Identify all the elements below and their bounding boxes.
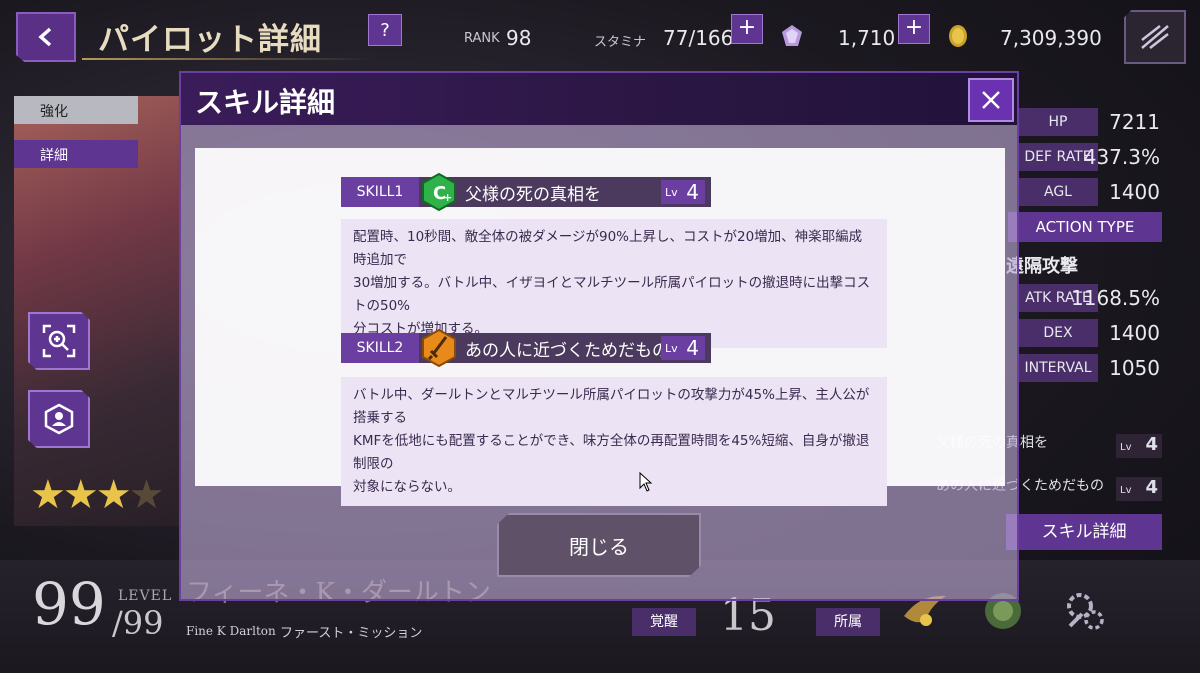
skill-level: Lv 4 <box>661 180 705 204</box>
action-type-header: ACTION TYPE <box>1008 212 1162 242</box>
lv-label: Lv <box>1120 442 1132 453</box>
lv-label: Lv <box>665 342 678 355</box>
stat-value: 1400 <box>1109 180 1160 204</box>
skill-list-level: Lv 4 <box>1116 477 1162 501</box>
c-plus-hexagon-icon: C + <box>422 173 456 211</box>
stat-def-rate: DEF RATE 437.3% <box>1018 143 1190 173</box>
back-button[interactable] <box>16 12 76 62</box>
sword-hexagon-icon <box>422 329 456 367</box>
description-line: 対象にならない。 <box>353 479 461 495</box>
help-button[interactable]: ? <box>368 14 402 46</box>
description-line: 配置時、10秒間、敵全体の被ダメージが90%上昇し、コストが20増加、神楽耶編成… <box>353 229 863 268</box>
stat-value: 1168.5% <box>1071 286 1160 310</box>
stat-agl: AGL 1400 <box>1018 178 1190 208</box>
tab-strengthen[interactable]: 強化 <box>14 96 138 124</box>
stat-hp: HP 7211 <box>1018 108 1190 138</box>
chevron-left-icon <box>38 27 52 47</box>
screen: パイロット詳細 ? RANK 98 スタミナ 77/166 + 1,710 + … <box>0 0 1200 673</box>
modal-header: スキル詳細 <box>181 73 1017 125</box>
profile-icon <box>44 403 74 435</box>
pilot-level: 99 <box>32 570 106 638</box>
level-label: LEVEL <box>118 588 173 604</box>
stat-interval: INTERVAL 1050 <box>1018 354 1190 384</box>
menu-lines-icon <box>1141 25 1169 49</box>
screen-title: パイロット詳細 <box>98 22 322 58</box>
skill-list-panel: SKILL1 C + 父様の死の真相を Lv 4 配置時、10秒間、敵全体の被ダ… <box>195 148 1005 506</box>
skill-list-level: Lv 4 <box>1116 434 1162 458</box>
pilot-name-en: Fine K Darlton <box>186 624 276 638</box>
skill-2-header: SKILL2 あの人に近づくためだもの Lv 4 <box>341 329 711 367</box>
magnify-plus-icon <box>42 324 76 358</box>
profile-button[interactable] <box>28 390 90 448</box>
coin-icon <box>949 25 967 47</box>
lv-value: 4 <box>686 336 699 360</box>
skill-2-description: バトル中、ダールトンとマルチツール所属パイロットの攻撃力が45%上昇、主人公が搭… <box>341 377 887 506</box>
lv-value: 4 <box>1145 477 1158 498</box>
close-button[interactable] <box>968 78 1014 122</box>
stat-dex: DEX 1400 <box>1018 319 1190 349</box>
lv-label: Lv <box>1120 485 1132 496</box>
stat-value: 1400 <box>1109 321 1160 345</box>
zoom-portrait-button[interactable] <box>28 312 90 370</box>
description-line: 30増加する。バトル中、イザヨイとマルチツール所属パイロットの撤退時に出撃コスト… <box>353 275 871 314</box>
stat-atk-rate: ATK RATE 1168.5% <box>1018 284 1190 314</box>
description-line: バトル中、ダールトンとマルチツール所属パイロットの攻撃力が45%上昇、主人公が搭… <box>353 387 870 426</box>
skill-detail-modal: スキル詳細 SKILL1 C + 父様の死の真相を Lv 4 配置時、10秒間、… <box>179 71 1019 601</box>
star-icon: ★ <box>95 472 132 518</box>
lv-value: 4 <box>686 180 699 204</box>
skill-tag: SKILL2 <box>341 333 419 363</box>
modal-title: スキル詳細 <box>195 86 336 119</box>
close-x-icon <box>982 91 1000 109</box>
affiliation-label: 所属 <box>816 608 880 636</box>
stat-label: HP <box>1018 108 1098 136</box>
level-max: /99 <box>112 604 164 642</box>
skill-detail-button[interactable]: スキル詳細 <box>1006 514 1162 550</box>
gem-icon <box>782 25 802 46</box>
description-line: KMFを低地にも配置することができ、味方全体の再配置時間を45%短縮、自身が撤退… <box>353 433 870 472</box>
lv-value: 4 <box>1145 434 1158 455</box>
skill-tag: SKILL1 <box>341 177 419 207</box>
menu-button[interactable] <box>1124 10 1186 64</box>
skill-1-header: SKILL1 C + 父様の死の真相を Lv 4 <box>341 173 711 211</box>
awaken-label: 覚醒 <box>632 608 696 636</box>
title-underline <box>82 58 372 60</box>
gear-settings-icon[interactable] <box>1060 586 1110 636</box>
add-stamina-button[interactable]: + <box>731 14 763 44</box>
lv-label: Lv <box>665 186 678 199</box>
stat-value: 1050 <box>1109 356 1160 380</box>
top-bar: パイロット詳細 ? RANK 98 スタミナ 77/166 + 1,710 + … <box>0 0 1200 72</box>
stat-value: 7211 <box>1109 110 1160 134</box>
star-empty-icon: ★ <box>128 472 165 518</box>
star-icon: ★ <box>30 472 66 518</box>
rank-label: RANK <box>464 31 500 46</box>
stat-label: AGL <box>1018 178 1098 206</box>
svg-text:+: + <box>443 191 452 204</box>
skill-name: あの人に近づくためだもの <box>465 341 669 361</box>
add-gem-button[interactable]: + <box>898 14 930 44</box>
coin-count: 7,309,390 <box>1000 26 1102 50</box>
gem-count: 1,710 <box>838 26 896 50</box>
stat-label: INTERVAL <box>1018 354 1098 382</box>
skill-name: 父様の死の真相を <box>465 185 601 205</box>
stamina-value: 77/166 <box>663 26 734 50</box>
stamina-label: スタミナ <box>594 35 647 50</box>
rarity-stars: ★★★★ <box>30 472 165 518</box>
stat-label: DEX <box>1018 319 1098 347</box>
tab-details[interactable]: 詳細 <box>14 140 138 168</box>
rank-value: 98 <box>506 26 532 50</box>
star-icon: ★ <box>62 472 99 518</box>
pilot-mission: ファースト・ミッション <box>280 626 423 641</box>
stat-value: 437.3% <box>1083 145 1160 169</box>
skill-level: Lv 4 <box>661 336 705 360</box>
close-modal-button[interactable]: 閉じる <box>497 513 701 577</box>
mouse-cursor-icon <box>639 472 653 492</box>
